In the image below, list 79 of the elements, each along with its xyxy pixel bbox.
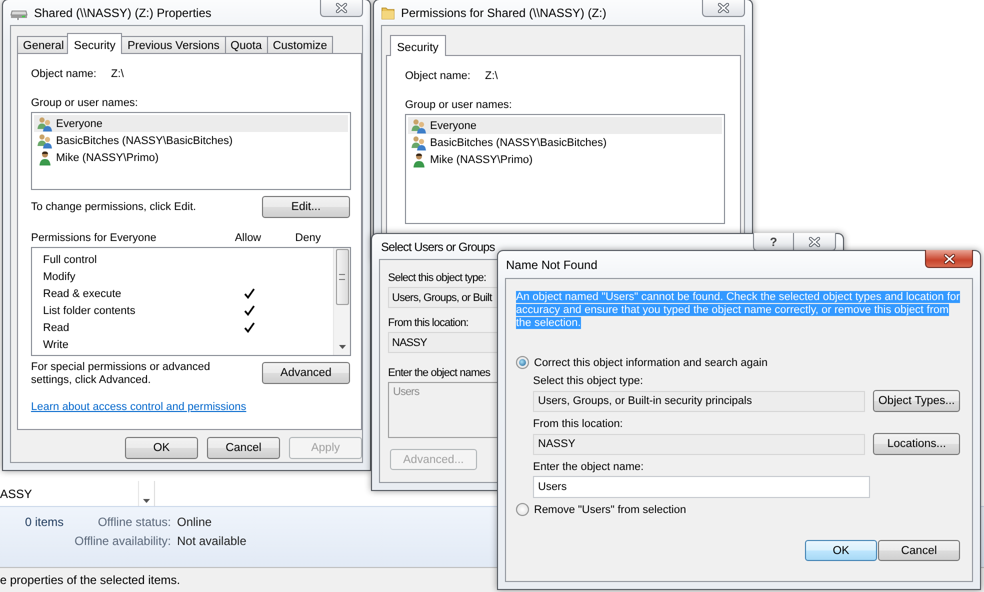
error-message: An object named "Users" cannot be found. Check the selected object types and location for accuracy and ensure that you typed the object name correctly, or remove this object from the selection. <box>516 291 961 330</box>
section-label: Permissions for Everyone <box>31 232 158 244</box>
field-label: From this location: <box>533 418 624 430</box>
close-icon <box>809 236 820 246</box>
permission-name: Write <box>42 338 70 350</box>
detail-value: Online <box>177 515 213 529</box>
window-title: Name Not Found <box>506 258 598 272</box>
readonly-field: Users, Groups, or Built-in security principals <box>533 390 866 412</box>
status-text: e properties of the selected items. <box>0 573 180 587</box>
scrollbar[interactable] <box>333 248 350 355</box>
permission-name: List folder contents <box>42 304 136 316</box>
tab[interactable]: Customize <box>266 36 334 53</box>
help-button[interactable]: ? <box>753 233 793 251</box>
column-header: Allow <box>234 232 262 244</box>
field-label: Select this object type: <box>388 272 486 284</box>
user-icon <box>411 152 427 168</box>
detail-label: Offline status: <box>96 515 171 529</box>
help-link[interactable]: Learn about access control and permissions <box>31 401 246 413</box>
user-list-item[interactable]: Mike (NASSY\Primo) <box>34 149 348 166</box>
permission-name: Full control <box>42 254 98 266</box>
field-label: Object name: <box>31 68 98 80</box>
window-title: Select Users or Groups <box>381 240 495 254</box>
field-label: Enter the object names <box>388 367 490 379</box>
close-icon <box>944 254 954 264</box>
window-title: Permissions for Shared (\\NASSY) (Z:) <box>401 6 606 20</box>
close-icon <box>718 2 729 12</box>
close-button[interactable] <box>793 233 836 251</box>
dialog-button[interactable]: OK <box>805 540 877 561</box>
readonly-field: NASSY <box>533 434 866 454</box>
dialog-button[interactable]: Cancel <box>207 437 280 459</box>
radio-option[interactable]: Remove "Users" from selection <box>516 503 960 516</box>
object-name-input[interactable]: Users <box>533 476 870 498</box>
hint-text: For special permissions or advanced settings, click Advanced. <box>31 361 212 387</box>
close-button[interactable] <box>925 250 973 268</box>
browse-button[interactable]: Locations... <box>873 433 960 455</box>
advanced-button[interactable]: Advanced <box>262 362 350 384</box>
dialog-button[interactable]: OK <box>125 437 198 459</box>
user-group-icon <box>411 134 427 150</box>
detail-label: Offline availability: <box>74 534 171 548</box>
user-icon <box>37 150 53 166</box>
scroll-down-icon <box>338 345 346 349</box>
user-group-icon <box>411 118 427 134</box>
permission-name: Modify <box>42 270 76 282</box>
close-button[interactable] <box>702 0 745 17</box>
user-group-icon <box>37 132 53 148</box>
user-list-item[interactable]: Everyone <box>408 117 722 134</box>
user-list-item[interactable]: Mike (NASSY\Primo) <box>408 151 722 168</box>
dialog-button[interactable]: Cancel <box>878 540 960 561</box>
folder-icon <box>381 6 395 20</box>
field-label: Select this object type: <box>533 375 644 387</box>
object-name: Z:\ <box>485 70 498 82</box>
tab[interactable]: Security <box>390 35 446 56</box>
user-group-icon <box>37 116 53 132</box>
item-count: 0 items <box>25 515 65 531</box>
tab[interactable]: Security <box>66 33 122 54</box>
user-list-item[interactable]: BasicBitches (NASSY\BasicBitches) <box>34 132 348 149</box>
detail-value: Not available <box>177 534 246 548</box>
hint-text: To change permissions, click Edit. <box>31 201 196 213</box>
field-label: Enter the object name: <box>533 461 645 473</box>
radio-option[interactable]: Correct this object information and search again <box>516 356 960 369</box>
window-title: Shared (\\NASSY) (Z:) Properties <box>34 6 212 20</box>
permission-name: Read <box>42 322 70 334</box>
column-header: Deny <box>295 232 321 244</box>
object-name: Z:\ <box>111 68 124 80</box>
close-button[interactable] <box>320 0 363 17</box>
tab[interactable]: Quota <box>224 36 268 53</box>
section-label: Group or user names: <box>31 97 139 109</box>
close-icon <box>336 2 347 12</box>
section-label: Group or user names: <box>405 99 513 111</box>
field-label: From this location: <box>388 317 468 329</box>
user-list-item[interactable]: Everyone <box>34 115 348 132</box>
browse-button[interactable]: Object Types... <box>873 390 960 412</box>
edit-button[interactable]: Edit... <box>262 196 350 218</box>
permission-name: Read & execute <box>42 288 122 300</box>
dropdown-arrow-icon <box>143 499 150 503</box>
tab[interactable]: General <box>17 36 70 53</box>
field-label: Object name: <box>405 70 472 82</box>
user-list-item[interactable]: BasicBitches (NASSY\BasicBitches) <box>408 134 722 151</box>
tab[interactable]: Previous Versions <box>121 36 226 53</box>
